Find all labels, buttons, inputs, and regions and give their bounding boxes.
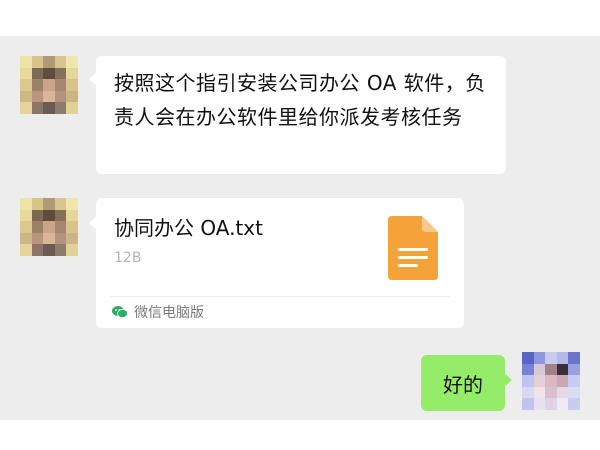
file-message-card[interactable]: 协同办公 OA.txt 12B 微信电脑版 — [89, 198, 464, 328]
card-divider — [110, 296, 450, 297]
file-name: 协同办公 OA.txt — [114, 216, 263, 240]
reply-text: 好的 — [443, 373, 483, 397]
message-text: 按照这个指引安装公司办公 OA 软件，负责人会在办公软件里给你派发考核任务 — [114, 71, 486, 129]
source-label: 微信电脑版 — [134, 305, 204, 321]
my-avatar[interactable] — [522, 352, 580, 410]
outgoing-message-bubble[interactable]: 好的 — [421, 355, 512, 411]
sender-avatar[interactable] — [20, 198, 78, 256]
source-footer: 微信电脑版 — [112, 302, 204, 322]
file-size: 12B — [114, 250, 142, 266]
incoming-message-bubble[interactable]: 按照这个指引安装公司办公 OA 软件，负责人会在办公软件里给你派发考核任务 — [89, 56, 506, 174]
document-icon — [388, 216, 438, 280]
sender-avatar[interactable] — [20, 56, 78, 114]
wechat-icon — [112, 306, 128, 319]
